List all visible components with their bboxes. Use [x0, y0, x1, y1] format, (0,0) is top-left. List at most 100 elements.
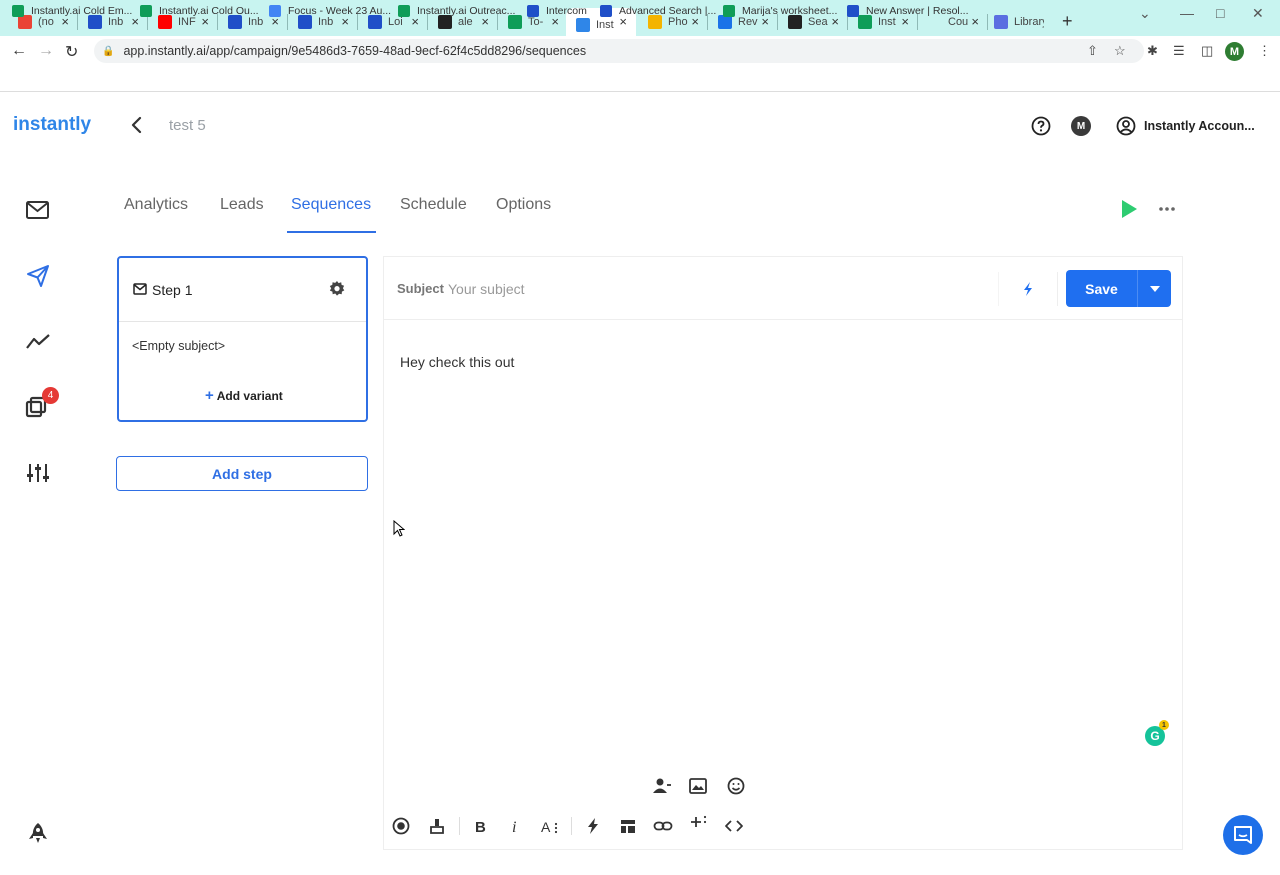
sheets-icon: [508, 15, 522, 29]
close-tab-icon[interactable]: ×: [131, 14, 139, 29]
link-icon[interactable]: [653, 817, 673, 835]
bookmark-item[interactable]: Intercom: [527, 5, 587, 17]
instantly-icon: [576, 18, 590, 32]
step-title: Step 1: [152, 282, 193, 298]
sheets-icon: [858, 15, 872, 29]
preview-icon[interactable]: [391, 817, 411, 835]
save-dropdown-button[interactable]: [1137, 270, 1171, 307]
tab-analytics[interactable]: Analytics: [124, 196, 188, 214]
document-icon: [788, 15, 802, 29]
minimize-icon[interactable]: —: [1180, 5, 1194, 21]
chat-support-button[interactable]: [1223, 815, 1263, 855]
bookmark-favicon-icon: [12, 5, 24, 17]
user-avatar[interactable]: M: [1071, 116, 1091, 136]
browser-menu-icon[interactable]: ⋮: [1258, 43, 1271, 59]
intercom-icon: [88, 15, 102, 29]
bookmark-star-icon[interactable]: ☆: [1114, 43, 1126, 59]
italic-icon[interactable]: i: [505, 817, 525, 835]
campaigns-send-icon[interactable]: [24, 263, 52, 289]
step-gear-icon[interactable]: [328, 280, 346, 298]
bold-icon[interactable]: B: [470, 817, 490, 835]
close-tab-icon[interactable]: ×: [971, 14, 979, 29]
forward-arrow-icon[interactable]: →: [38, 42, 54, 60]
rocket-icon[interactable]: [27, 821, 49, 845]
close-window-icon[interactable]: ✕: [1252, 5, 1264, 22]
tab-search-icon[interactable]: ⌄: [1139, 5, 1151, 22]
grammarly-icon[interactable]: G1: [1145, 720, 1169, 746]
intercom-icon: [298, 15, 312, 29]
email-body[interactable]: Hey check this out: [400, 354, 514, 370]
tab-options[interactable]: Options: [496, 196, 551, 214]
font-size-icon[interactable]: A: [540, 817, 560, 835]
analytics-trend-icon[interactable]: [24, 331, 52, 353]
bookmark-favicon-icon: [527, 5, 539, 17]
account-icon[interactable]: [1116, 116, 1136, 136]
bookmark-favicon-icon: [723, 5, 735, 17]
browser-tab[interactable]: Library: [984, 8, 1054, 36]
ai-lightning-icon[interactable]: [583, 817, 603, 835]
instantly-logo[interactable]: instantly: [13, 114, 91, 136]
ai-bolt-button[interactable]: [998, 272, 1058, 306]
side-panel-icon[interactable]: ◫: [1201, 43, 1213, 59]
help-icon[interactable]: [1031, 116, 1051, 136]
bookmark-item[interactable]: Instantly.ai Cold Em...: [12, 5, 132, 17]
profile-avatar[interactable]: M: [1225, 42, 1244, 61]
active-tab-indicator: [287, 231, 376, 233]
tab-sequences[interactable]: Sequences: [291, 196, 371, 214]
campaign-name: test 5: [169, 117, 206, 134]
unibox-badge: 4: [42, 387, 59, 404]
extensions-icon[interactable]: ✱: [1147, 43, 1158, 59]
svg-text:i: i: [512, 819, 516, 835]
insert-variable-icon[interactable]: [652, 777, 672, 795]
toolbar-divider: [571, 817, 572, 835]
play-launch-icon[interactable]: [1119, 198, 1139, 220]
step-card[interactable]: Step 1 <Empty subject> + Add variant: [117, 256, 368, 422]
bookmark-label: Intercom: [546, 5, 587, 17]
new-tab-button[interactable]: +: [1062, 11, 1073, 32]
add-step-button[interactable]: Add step: [116, 456, 368, 491]
account-name[interactable]: Instantly Accoun...: [1144, 119, 1255, 133]
email-editor: Subject Save Hey check this out G1 B: [383, 256, 1183, 850]
bookmark-favicon-icon: [398, 5, 410, 17]
share-icon[interactable]: ⇧: [1087, 43, 1098, 59]
tab-leads[interactable]: Leads: [220, 196, 264, 214]
step-mail-icon: [133, 283, 147, 295]
template-icon[interactable]: [618, 817, 638, 835]
bookmark-label: Focus - Week 23 Au...: [288, 5, 392, 17]
add-variant-button[interactable]: + Add variant: [205, 387, 283, 404]
svg-text:B: B: [475, 819, 486, 835]
back-arrow-icon[interactable]: ←: [11, 42, 27, 60]
reload-icon[interactable]: ↻: [65, 42, 78, 62]
bookmark-favicon-icon: [269, 5, 281, 17]
back-chevron-icon[interactable]: [129, 116, 145, 134]
insert-spacer-icon[interactable]: [689, 813, 709, 831]
more-options-icon[interactable]: [1159, 206, 1175, 212]
bookmark-item[interactable]: Marija's worksheet...: [723, 5, 837, 17]
save-button[interactable]: Save: [1066, 270, 1137, 307]
search-icon: [718, 15, 732, 29]
toolbar-divider: [459, 817, 460, 835]
bookmark-item[interactable]: Focus - Week 23 Au...: [269, 5, 391, 17]
subject-input[interactable]: [448, 278, 968, 300]
step-subject: <Empty subject>: [132, 339, 226, 353]
bookmark-item[interactable]: Instantly.ai Cold Ou...: [140, 5, 259, 17]
youtube-icon: [158, 15, 172, 29]
bookmark-favicon-icon: [847, 5, 859, 17]
intercom-icon: [368, 15, 382, 29]
subject-label: Subject: [397, 281, 444, 296]
emoji-icon[interactable]: [726, 777, 746, 795]
code-view-icon[interactable]: [724, 817, 744, 835]
url-bar[interactable]: 🔒 app.instantly.ai/app/campaign/9e5486d3…: [94, 39, 1144, 63]
tab-schedule[interactable]: Schedule: [400, 196, 467, 214]
bookmark-item[interactable]: New Answer | Resol...: [847, 5, 969, 17]
settings-sliders-icon[interactable]: [24, 461, 52, 485]
media-control-icon[interactable]: ☰: [1173, 43, 1185, 59]
bookmark-item[interactable]: Advanced Search |...: [600, 5, 716, 17]
image-icon[interactable]: [688, 777, 708, 795]
bookmark-label: Instantly.ai Outreac...: [417, 5, 516, 17]
mail-icon[interactable]: [24, 199, 52, 221]
clear-format-brush-icon[interactable]: [427, 817, 447, 835]
photos-icon: [648, 15, 662, 29]
maximize-icon[interactable]: □: [1216, 5, 1224, 21]
bookmark-item[interactable]: Instantly.ai Outreac...: [398, 5, 515, 17]
